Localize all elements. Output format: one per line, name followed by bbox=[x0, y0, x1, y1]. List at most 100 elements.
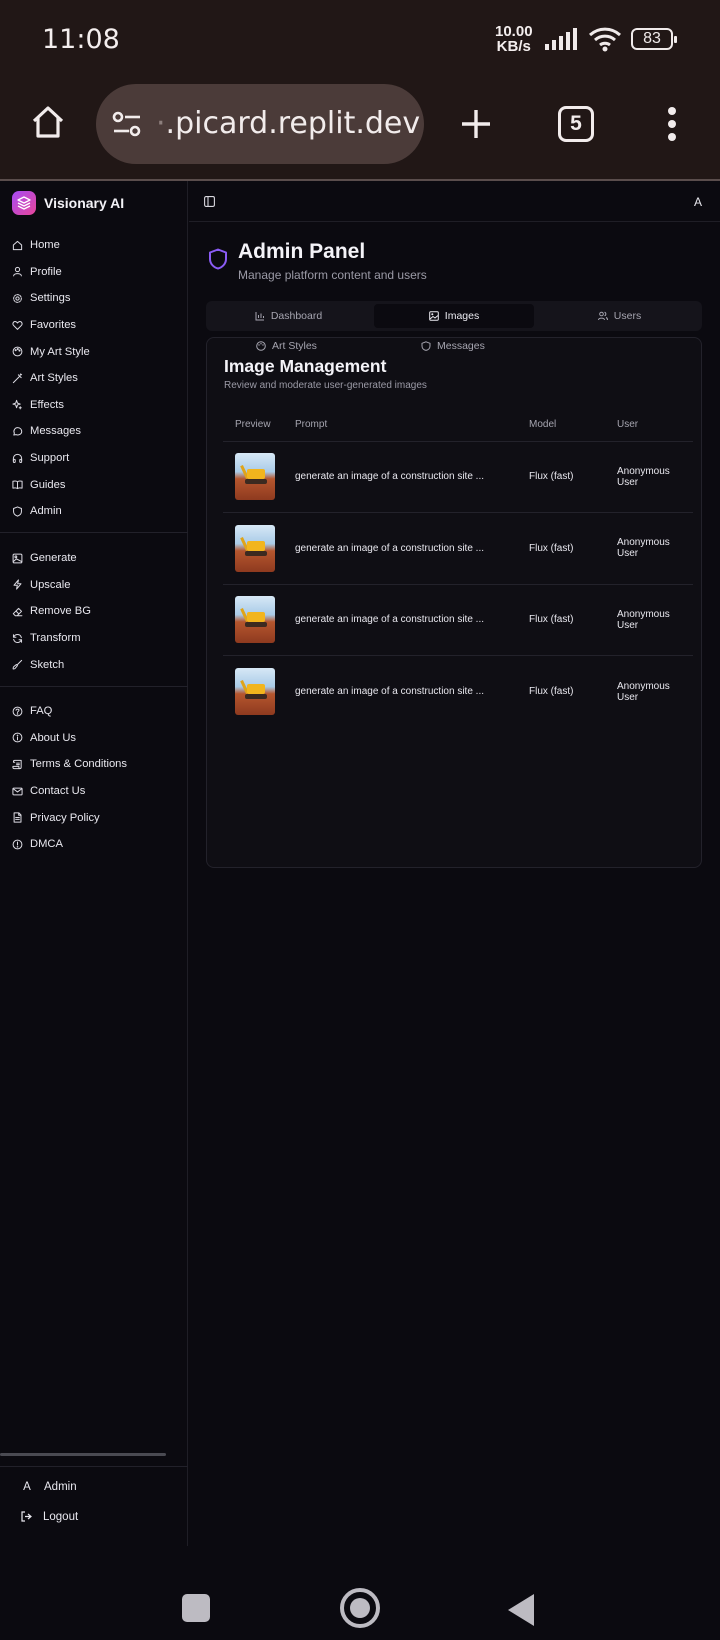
refresh-icon bbox=[12, 633, 23, 643]
sidebar-item-my-art-style[interactable]: My Art Style bbox=[0, 338, 188, 365]
sidebar-item-contact-us[interactable]: Contact Us bbox=[0, 778, 188, 805]
card-subtitle: Review and moderate user-generated image… bbox=[224, 380, 427, 391]
sidebar-toggle-icon[interactable] bbox=[204, 196, 215, 207]
sidebar-item-settings[interactable]: Settings bbox=[0, 285, 188, 312]
table-row[interactable]: generate an image of a construction site… bbox=[223, 512, 693, 585]
sidebar-item-profile[interactable]: Profile bbox=[0, 259, 188, 286]
sidebar-item-label: Effects bbox=[30, 398, 64, 411]
table-row[interactable]: generate an image of a construction site… bbox=[223, 584, 693, 656]
sidebar-item-guides[interactable]: Guides bbox=[0, 471, 188, 498]
heart-icon bbox=[12, 320, 23, 330]
logout-button[interactable]: Logout bbox=[20, 1510, 78, 1523]
prompt-cell: generate an image of a construction site… bbox=[283, 512, 517, 585]
brand[interactable]: Visionary AI bbox=[12, 191, 124, 215]
tab-switcher-button[interactable]: 5 bbox=[556, 104, 596, 144]
model-cell: Flux (fast) bbox=[529, 686, 574, 697]
sidebar-item-label: My Art Style bbox=[30, 345, 90, 358]
excavator-track bbox=[245, 550, 267, 556]
sidebar-item-support[interactable]: Support bbox=[0, 445, 188, 472]
table-row[interactable]: generate an image of a construction site… bbox=[223, 441, 693, 513]
sidebar-item-sketch[interactable]: Sketch bbox=[0, 651, 188, 678]
shield-icon bbox=[209, 248, 227, 270]
address-bar[interactable]: ·.picard.replit.dev bbox=[96, 84, 424, 164]
url-domain: .picard.replit.dev bbox=[165, 106, 421, 141]
system-nav-bar bbox=[0, 1546, 720, 1640]
shield-icon bbox=[13, 506, 22, 517]
tab-messages[interactable]: Messages bbox=[421, 340, 485, 352]
signal-icon bbox=[545, 28, 577, 50]
sidebar-item-admin[interactable]: Admin bbox=[0, 498, 188, 525]
sidebar-item-about-us[interactable]: About Us bbox=[0, 725, 188, 752]
user-name: Admin bbox=[44, 1481, 77, 1493]
sidebar-item-label: Transform bbox=[30, 632, 81, 645]
sidebar-item-label: About Us bbox=[30, 731, 77, 744]
image-preview-thumbnail[interactable] bbox=[235, 668, 275, 715]
recents-button[interactable] bbox=[182, 1594, 210, 1622]
back-button[interactable] bbox=[508, 1594, 534, 1626]
sidebar-item-effects[interactable]: Effects bbox=[0, 392, 188, 419]
user-cell: Anonymous User bbox=[605, 441, 693, 513]
sidebar-scrollbar[interactable] bbox=[0, 1453, 166, 1456]
site-settings-icon[interactable] bbox=[112, 110, 142, 138]
sidebar-item-terms-conditions[interactable]: Terms & Conditions bbox=[0, 751, 188, 778]
home-icon bbox=[12, 240, 23, 250]
user-cell: Anonymous User bbox=[617, 680, 670, 703]
sidebar-item-label: Sketch bbox=[30, 658, 65, 671]
browser-menu-button[interactable] bbox=[652, 104, 692, 144]
sidebar-item-dmca[interactable]: DMCA bbox=[0, 831, 188, 858]
gear-icon bbox=[13, 294, 22, 303]
image-preview-thumbnail[interactable] bbox=[235, 453, 275, 501]
network-speed-value: 10.00 bbox=[495, 23, 533, 40]
sidebar-item-favorites[interactable]: Favorites bbox=[0, 312, 188, 339]
sidebar-item-label: Art Styles bbox=[30, 372, 78, 385]
user-menu[interactable]: A Admin bbox=[20, 1481, 77, 1493]
wand-icon bbox=[12, 373, 23, 383]
url-prefix: · bbox=[156, 106, 166, 141]
tab-dashboard[interactable]: Dashboard bbox=[210, 304, 367, 328]
image-preview-thumbnail[interactable] bbox=[235, 596, 275, 644]
tab-users[interactable]: Users bbox=[541, 304, 698, 328]
sidebar-item-label: Admin bbox=[30, 505, 62, 518]
excavator-body bbox=[247, 469, 265, 480]
sidebar-item-upscale[interactable]: Upscale bbox=[0, 572, 188, 599]
sidebar-item-faq[interactable]: FAQ bbox=[0, 698, 188, 725]
user-avatar[interactable]: A bbox=[686, 190, 710, 214]
tab-images[interactable]: Images bbox=[374, 304, 534, 328]
zap-icon bbox=[13, 579, 22, 590]
headphones-icon bbox=[12, 453, 23, 463]
sidebar-item-label: DMCA bbox=[30, 838, 63, 851]
palette-icon bbox=[256, 341, 266, 351]
browser-chrome: 11:08 10.00 KB/s 83 ·.picard.replit.dev bbox=[0, 0, 720, 180]
table-row[interactable]: generate an image of a construction site… bbox=[223, 656, 693, 728]
preview-cell bbox=[223, 512, 283, 585]
image-preview-thumbnail[interactable] bbox=[235, 524, 275, 572]
sidebar-item-remove-bg[interactable]: Remove BG bbox=[0, 598, 188, 625]
tab-art-styles[interactable]: Art Styles bbox=[256, 340, 317, 352]
new-tab-button[interactable] bbox=[456, 104, 496, 144]
home-nav-button[interactable] bbox=[340, 1588, 380, 1628]
sidebar-item-privacy-policy[interactable]: Privacy Policy bbox=[0, 804, 188, 831]
model-cell: Flux (fast) bbox=[517, 584, 605, 656]
sidebar-item-label: Privacy Policy bbox=[30, 811, 100, 824]
home-icon bbox=[32, 106, 64, 138]
sidebar-item-messages[interactable]: Messages bbox=[0, 418, 188, 445]
sidebar-item-art-styles[interactable]: Art Styles bbox=[0, 365, 188, 392]
sidebar: Visionary AI Home Profile Settings Favorite… bbox=[0, 181, 188, 1546]
mail-icon bbox=[12, 787, 23, 795]
sidebar-item-generate[interactable]: Generate bbox=[0, 545, 188, 572]
user-cell: Anonymous User bbox=[605, 512, 693, 585]
home-button[interactable] bbox=[28, 102, 68, 142]
sparkles-icon bbox=[12, 400, 22, 410]
excavator-track bbox=[245, 694, 267, 699]
plus-icon bbox=[462, 110, 490, 138]
sidebar-item-transform[interactable]: Transform bbox=[0, 625, 188, 652]
nav-tools: Generate Upscale Remove BG Transform Sketch bbox=[0, 545, 188, 678]
more-vertical-icon bbox=[668, 107, 676, 141]
sidebar-item-home[interactable]: Home bbox=[0, 232, 188, 259]
column-header-user: User bbox=[605, 409, 693, 442]
sidebar-item-label: Support bbox=[30, 452, 70, 465]
url-text[interactable]: ·.picard.replit.dev bbox=[156, 106, 420, 141]
users-icon bbox=[597, 311, 608, 321]
network-speed: 10.00 KB/s bbox=[495, 24, 533, 54]
logout-icon bbox=[21, 1511, 32, 1522]
